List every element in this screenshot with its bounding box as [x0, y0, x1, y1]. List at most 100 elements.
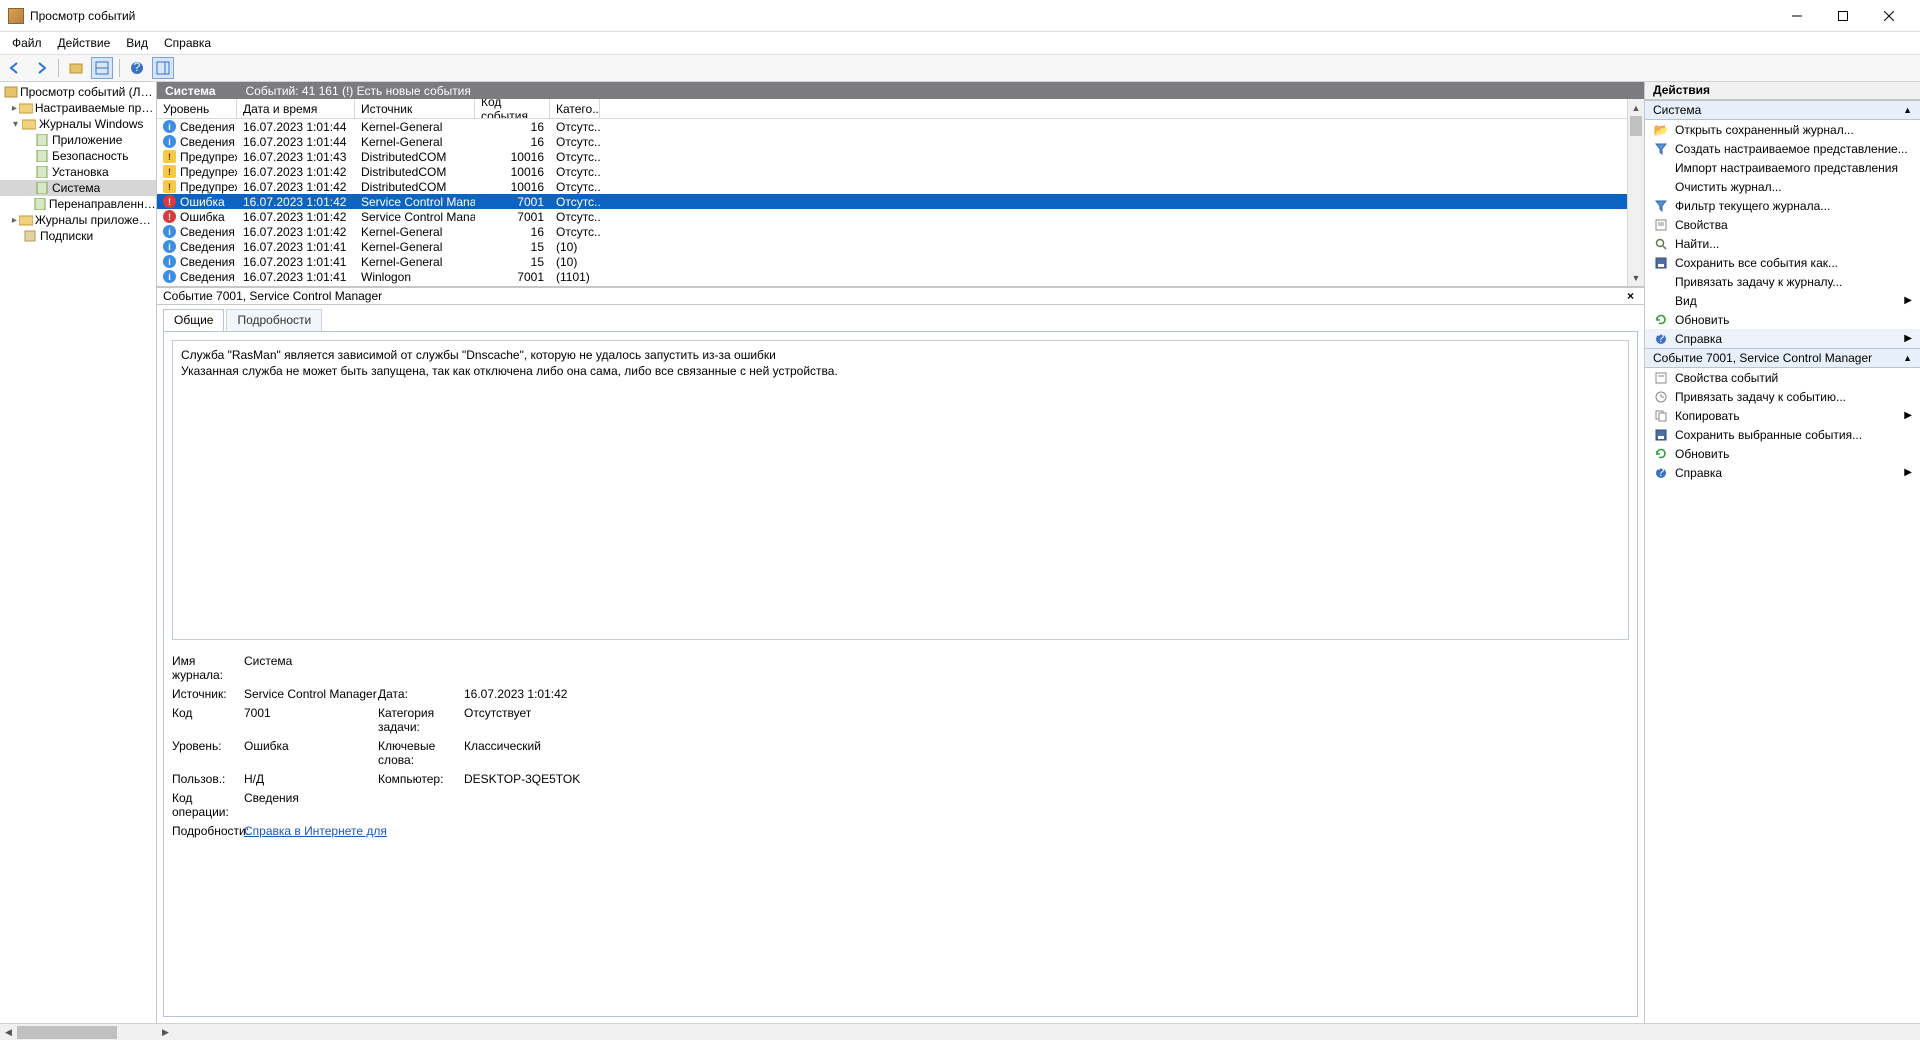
action-help-event[interactable]: ?Справка▶ [1645, 463, 1920, 482]
tree-custom-views[interactable]: ▸ Настраиваемые представл [0, 100, 156, 116]
col-category[interactable]: Катего... [550, 99, 600, 118]
action-filter-current-log[interactable]: Фильтр текущего журнала... [1645, 196, 1920, 215]
tab-general[interactable]: Общие [163, 309, 224, 331]
back-button[interactable] [4, 57, 26, 79]
table-row[interactable]: !Ошибка16.07.2023 1:01:42Service Control… [157, 194, 1627, 209]
expander-icon[interactable]: ▸ [10, 103, 19, 114]
cell-category: Отсутс... [550, 195, 600, 209]
level-icon: i [163, 135, 176, 148]
level-icon: ! [163, 180, 176, 193]
grid-scrollbar[interactable]: ▲ ▼ [1627, 99, 1644, 286]
action-import-custom-view[interactable]: Импорт настраиваемого представления [1645, 158, 1920, 177]
scroll-thumb[interactable] [17, 1026, 117, 1039]
detail-close-button[interactable]: × [1623, 289, 1638, 303]
log-icon [34, 149, 50, 163]
tree-subscriptions[interactable]: Подписки [0, 228, 156, 244]
detail-title: Событие 7001, Service Control Manager [163, 289, 382, 303]
tree-security[interactable]: Безопасность [0, 148, 156, 164]
scroll-right-icon[interactable]: ▶ [157, 1027, 174, 1038]
blank-icon [1653, 160, 1669, 176]
action-save-all-events[interactable]: Сохранить все события как... [1645, 253, 1920, 272]
action-create-custom-view[interactable]: Создать настраиваемое представление... [1645, 139, 1920, 158]
action-refresh[interactable]: Обновить [1645, 310, 1920, 329]
scroll-thumb[interactable] [1630, 116, 1642, 136]
table-row[interactable]: !Ошибка16.07.2023 1:01:42Service Control… [157, 209, 1627, 224]
cell-category: (10) [550, 255, 600, 269]
minimize-button[interactable] [1774, 0, 1820, 32]
navigation-tree[interactable]: Просмотр событий (Локальн ▸ Настраиваемы… [0, 82, 157, 1023]
event-grid[interactable]: Уровень Дата и время Источник Код событи… [157, 99, 1627, 286]
action-event-properties[interactable]: Свойства событий [1645, 368, 1920, 387]
action-attach-task-log[interactable]: Привязать задачу к журналу... [1645, 272, 1920, 291]
action-pane-button[interactable] [152, 57, 174, 79]
tree-windows-logs[interactable]: ▾ Журналы Windows [0, 116, 156, 132]
collapse-icon: ▲ [1903, 353, 1912, 363]
help-online-link[interactable]: Справка в Интернете для [244, 824, 387, 838]
cell-category: Отсутс... [550, 210, 600, 224]
level-icon: ! [163, 195, 176, 208]
menu-file[interactable]: Файл [6, 34, 48, 52]
table-row[interactable]: !Предупреж...16.07.2023 1:01:43Distribut… [157, 149, 1627, 164]
tree-horizontal-scrollbar[interactable]: ◀ ▶ [0, 1023, 1920, 1040]
scroll-up-icon[interactable]: ▲ [1628, 99, 1644, 116]
actions-group-event[interactable]: Событие 7001, Service Control Manager▲ [1645, 348, 1920, 368]
tree-apps-services[interactable]: ▸ Журналы приложений и сл [0, 212, 156, 228]
col-level[interactable]: Уровень [157, 99, 237, 118]
show-hide-tree-button[interactable] [65, 57, 87, 79]
expander-icon[interactable]: ▸ [10, 215, 19, 226]
tree-system[interactable]: Система [0, 180, 156, 196]
action-open-saved-log[interactable]: 📂Открыть сохраненный журнал... [1645, 120, 1920, 139]
table-row[interactable]: iСведения16.07.2023 1:01:44Kernel-Genera… [157, 134, 1627, 149]
prop-label: Источник: [172, 687, 244, 701]
event-list-header: Система Событий: 41 161 (!) Есть новые с… [157, 82, 1644, 99]
action-save-selected[interactable]: Сохранить выбранные события... [1645, 425, 1920, 444]
help-icon: ? [1653, 331, 1669, 347]
grid-header[interactable]: Уровень Дата и время Источник Код событи… [157, 99, 1627, 119]
tree-root[interactable]: Просмотр событий (Локальн [0, 84, 156, 100]
table-row[interactable]: iСведения16.07.2023 1:01:42Kernel-Genera… [157, 224, 1627, 239]
scroll-down-icon[interactable]: ▼ [1628, 269, 1644, 286]
tab-details[interactable]: Подробности [226, 309, 322, 331]
blank-icon [1653, 293, 1669, 309]
col-datetime[interactable]: Дата и время [237, 99, 355, 118]
window-title: Просмотр событий [30, 9, 135, 23]
col-event-id[interactable]: Код события [475, 99, 550, 118]
action-clear-log[interactable]: Очистить журнал... [1645, 177, 1920, 196]
menu-view[interactable]: Вид [120, 34, 154, 52]
tree-setup[interactable]: Установка [0, 164, 156, 180]
action-attach-task-event[interactable]: Привязать задачу к событию... [1645, 387, 1920, 406]
help-button[interactable]: ? [126, 57, 148, 79]
maximize-button[interactable] [1820, 0, 1866, 32]
action-find[interactable]: Найти... [1645, 234, 1920, 253]
action-copy[interactable]: Копировать▶ [1645, 406, 1920, 425]
table-row[interactable]: iСведения16.07.2023 1:01:41Kernel-Genera… [157, 254, 1627, 269]
cell-level: Сведения [180, 225, 235, 239]
actions-pane: Действия Система▲ 📂Открыть сохраненный ж… [1644, 82, 1920, 1023]
action-properties[interactable]: Свойства [1645, 215, 1920, 234]
tree-application[interactable]: Приложение [0, 132, 156, 148]
forward-button[interactable] [30, 57, 52, 79]
action-view-submenu[interactable]: Вид▶ [1645, 291, 1920, 310]
table-row[interactable]: !Предупреж...16.07.2023 1:01:42Distribut… [157, 179, 1627, 194]
scroll-left-icon[interactable]: ◀ [0, 1027, 17, 1038]
col-source[interactable]: Источник [355, 99, 475, 118]
action-help[interactable]: ?Справка▶ [1645, 329, 1920, 348]
cell-datetime: 16.07.2023 1:01:42 [237, 165, 355, 179]
close-button[interactable] [1866, 0, 1912, 32]
table-row[interactable]: !Предупреж...16.07.2023 1:01:42Distribut… [157, 164, 1627, 179]
menu-action[interactable]: Действие [52, 34, 117, 52]
cell-event-id: 16 [475, 135, 550, 149]
tree-forwarded[interactable]: Перенаправленные соб [0, 196, 156, 212]
svg-text:?: ? [134, 61, 141, 74]
action-refresh-event[interactable]: Обновить [1645, 444, 1920, 463]
expander-icon[interactable]: ▾ [10, 119, 21, 130]
cell-level: Сведения [180, 270, 235, 284]
table-row[interactable]: iСведения16.07.2023 1:01:41Kernel-Genera… [157, 239, 1627, 254]
menu-help[interactable]: Справка [158, 34, 217, 52]
preview-pane-button[interactable] [91, 57, 113, 79]
table-row[interactable]: iСведения16.07.2023 1:01:44Kernel-Genera… [157, 119, 1627, 134]
actions-group-system[interactable]: Система▲ [1645, 100, 1920, 120]
cell-source: Kernel-General [355, 120, 475, 134]
level-icon: i [163, 255, 176, 268]
table-row[interactable]: iСведения16.07.2023 1:01:41Winlogon7001(… [157, 269, 1627, 284]
